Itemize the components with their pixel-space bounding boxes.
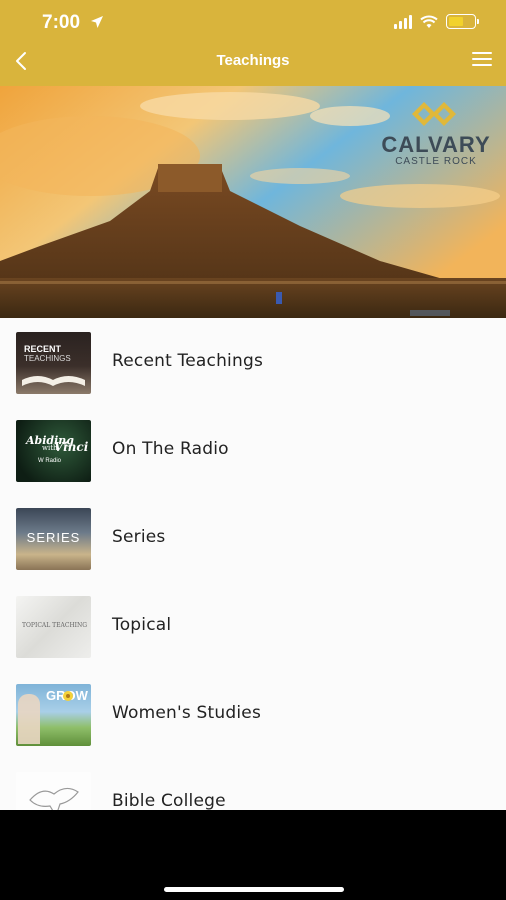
series-thumbnail: SERIES — [16, 508, 91, 570]
brand-sub: CASTLE ROCK — [395, 156, 477, 167]
location-arrow-icon — [91, 16, 103, 28]
list-item-bible-college[interactable]: Bible College — [0, 772, 506, 810]
list-item-womens-studies[interactable]: GROW Women's Studies — [0, 684, 506, 772]
app-header: 7:00 Teachings — [0, 0, 506, 86]
item-label: Women's Studies — [112, 703, 262, 723]
topical-thumbnail: TOPICAL TEACHING — [16, 596, 91, 658]
teachings-list: RECENT TEACHINGS Recent Teachings Abidin… — [0, 318, 506, 810]
battery-icon — [446, 14, 479, 29]
home-indicator[interactable] — [164, 887, 344, 892]
item-label: Recent Teachings — [112, 351, 263, 371]
hero-banner: CALVARY CASTLE ROCK — [0, 86, 506, 318]
item-label: Series — [112, 527, 166, 547]
brand-name: CALVARY — [381, 132, 491, 157]
on-the-radio-thumbnail: Abiding with Vinci W Radio — [16, 420, 91, 482]
status-icons — [394, 14, 479, 29]
flower-icon — [63, 691, 73, 701]
radio-thumb-line3: Vinci — [54, 440, 89, 454]
topical-thumb-text: TOPICAL TEACHING — [22, 622, 88, 629]
item-label: Topical — [112, 615, 172, 635]
list-item-topical[interactable]: TOPICAL TEACHING Topical — [0, 596, 506, 684]
series-thumb-text: SERIES — [26, 530, 81, 545]
radio-thumb-line4: W Radio — [38, 458, 62, 464]
bottom-bar — [0, 810, 506, 900]
bible-college-thumbnail — [16, 772, 91, 810]
open-book-icon — [22, 376, 85, 386]
item-label: On The Radio — [112, 439, 229, 459]
recent-thumb-line1: RECENT — [24, 344, 62, 354]
hamburger-menu-icon[interactable] — [472, 52, 492, 68]
list-item-on-the-radio[interactable]: Abiding with Vinci W Radio On The Radio — [0, 420, 506, 508]
dove-icon — [29, 787, 79, 810]
wifi-icon — [420, 15, 438, 28]
signal-icon — [394, 14, 412, 29]
page-title: Teachings — [216, 52, 290, 69]
status-time: 7:00 — [42, 12, 81, 33]
list-item-recent-teachings[interactable]: RECENT TEACHINGS Recent Teachings — [0, 332, 506, 420]
calvary-logo-icon — [412, 102, 456, 126]
list-item-series[interactable]: SERIES Series — [0, 508, 506, 596]
recent-teachings-thumbnail: RECENT TEACHINGS — [16, 332, 91, 394]
recent-thumb-line2: TEACHINGS — [24, 354, 71, 363]
womens-studies-thumbnail: GROW — [16, 684, 91, 746]
item-label: Bible College — [112, 791, 226, 810]
